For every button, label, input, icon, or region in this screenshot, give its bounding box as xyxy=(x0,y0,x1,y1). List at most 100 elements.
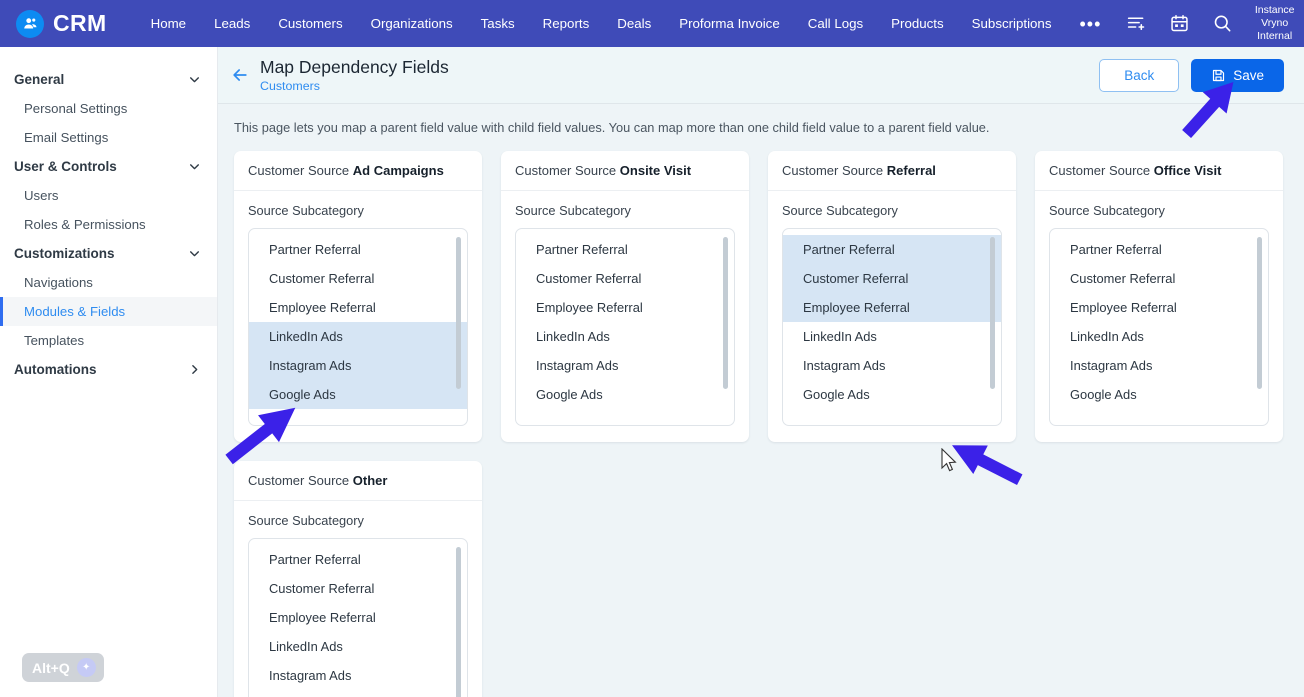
child-values-listbox[interactable]: Partner Referral Customer Referral Emplo… xyxy=(248,538,468,697)
brand-logo[interactable]: CRM xyxy=(0,9,107,38)
list-item[interactable]: Customer Referral xyxy=(249,574,467,603)
scrollbar-thumb[interactable] xyxy=(456,547,461,697)
scrollbar-thumb[interactable] xyxy=(990,237,995,389)
instance-info[interactable]: Instance Vryno Internal xyxy=(1250,4,1299,43)
list-item[interactable]: Customer Referral xyxy=(516,264,734,293)
sidebar-group-user-controls[interactable]: User & Controls xyxy=(0,152,217,181)
list-item[interactable]: Google Ads xyxy=(249,380,467,409)
list-item[interactable]: Customer Referral xyxy=(249,264,467,293)
nav-item-deals[interactable]: Deals xyxy=(603,10,665,37)
child-values-listbox[interactable]: Partner Referral Customer Referral Emplo… xyxy=(515,228,735,426)
dependency-card: Customer Source Onsite Visit Source Subc… xyxy=(501,151,749,442)
nav-item-subscriptions[interactable]: Subscriptions xyxy=(958,10,1066,37)
list-item[interactable]: Google Ads xyxy=(516,380,734,409)
child-field-label: Source Subcategory xyxy=(515,203,631,218)
nav-item-leads[interactable]: Leads xyxy=(200,10,264,37)
list-item[interactable]: LinkedIn Ads xyxy=(516,322,734,351)
scrollbar-thumb[interactable] xyxy=(456,237,461,389)
save-button[interactable]: Save xyxy=(1191,58,1284,92)
list-item[interactable]: Instagram Ads xyxy=(249,351,467,380)
list-add-icon[interactable] xyxy=(1115,13,1158,34)
listbox-options: Partner Referral Customer Referral Emplo… xyxy=(516,229,734,425)
list-item[interactable]: Partner Referral xyxy=(1050,235,1268,264)
listbox-options: Partner Referral Customer Referral Emplo… xyxy=(783,229,1001,425)
list-item[interactable]: LinkedIn Ads xyxy=(783,322,1001,351)
card-body: Source Subcategory Partner Referral Cust… xyxy=(234,501,482,697)
dependency-card: Customer Source Office Visit Source Subc… xyxy=(1035,151,1283,442)
list-item[interactable]: Employee Referral xyxy=(249,603,467,632)
parent-field-value: Office Visit xyxy=(1153,163,1222,178)
nav-item-customers[interactable]: Customers xyxy=(264,10,356,37)
list-item[interactable]: Partner Referral xyxy=(249,235,467,264)
sidebar-group-automations[interactable]: Automations xyxy=(0,355,217,384)
list-item[interactable]: Partner Referral xyxy=(783,235,1001,264)
nav-item-organizations[interactable]: Organizations xyxy=(357,10,467,37)
list-item[interactable]: Customer Referral xyxy=(1050,264,1268,293)
list-item[interactable]: Instagram Ads xyxy=(516,351,734,380)
sidebar-group-general[interactable]: General xyxy=(0,65,217,94)
user-group-icon xyxy=(16,9,44,38)
child-values-listbox[interactable]: Partner Referral Customer Referral Emplo… xyxy=(1049,228,1269,426)
sidebar-item-personal-settings[interactable]: Personal Settings xyxy=(0,94,217,123)
shortcut-badge[interactable]: Alt+Q ✦ xyxy=(22,653,104,682)
child-values-listbox[interactable]: Partner Referral Customer Referral Emplo… xyxy=(782,228,1002,426)
nav-item-products[interactable]: Products xyxy=(877,10,957,37)
child-field-label: Source Subcategory xyxy=(1049,203,1165,218)
list-item[interactable]: Google Ads xyxy=(783,380,1001,409)
sidebar-item-templates[interactable]: Templates xyxy=(0,326,217,355)
list-item[interactable]: Partner Referral xyxy=(249,545,467,574)
nav-item-home[interactable]: Home xyxy=(137,10,200,37)
list-item[interactable]: Employee Referral xyxy=(516,293,734,322)
sidebar-group-customizations[interactable]: Customizations xyxy=(0,239,217,268)
list-item[interactable]: LinkedIn Ads xyxy=(249,322,467,351)
chevron-down-icon xyxy=(190,164,199,170)
listbox-scrollbar[interactable] xyxy=(1257,237,1262,417)
nav-item-call-logs[interactable]: Call Logs xyxy=(794,10,877,37)
list-item[interactable]: Customer Referral xyxy=(783,264,1001,293)
list-item[interactable]: Employee Referral xyxy=(249,293,467,322)
sidebar-item-roles-permissions[interactable]: Roles & Permissions xyxy=(0,210,217,239)
search-icon[interactable] xyxy=(1201,13,1244,34)
chevron-down-icon xyxy=(190,77,199,83)
nav-overflow-button[interactable]: ••• xyxy=(1065,15,1115,33)
list-item[interactable]: Employee Referral xyxy=(1050,293,1268,322)
listbox-scrollbar[interactable] xyxy=(456,547,461,697)
calendar-icon[interactable] xyxy=(1158,13,1201,34)
parent-field-value: Referral xyxy=(886,163,936,178)
parent-field-label: Customer Source xyxy=(782,163,884,178)
listbox-scrollbar[interactable] xyxy=(723,237,728,417)
list-item[interactable]: LinkedIn Ads xyxy=(1050,322,1268,351)
parent-field-label: Customer Source xyxy=(515,163,617,178)
top-navigation-bar: CRM Home Leads Customers Organizations T… xyxy=(0,0,1304,47)
nav-item-reports[interactable]: Reports xyxy=(529,10,604,37)
main-content: This page lets you map a parent field va… xyxy=(218,104,1304,697)
sidebar-item-email-settings[interactable]: Email Settings xyxy=(0,123,217,152)
list-item[interactable]: LinkedIn Ads xyxy=(249,632,467,661)
parent-field-label: Customer Source xyxy=(1049,163,1151,178)
listbox-scrollbar[interactable] xyxy=(990,237,995,417)
listbox-scrollbar[interactable] xyxy=(456,237,461,417)
sidebar-item-modules-fields[interactable]: Modules & Fields xyxy=(0,297,217,326)
parent-field-label: Customer Source xyxy=(248,473,350,488)
parent-field-label: Customer Source xyxy=(248,163,350,178)
instance-label: Instance xyxy=(1254,4,1295,16)
child-values-listbox[interactable]: Partner Referral Customer Referral Emplo… xyxy=(248,228,468,426)
list-item[interactable]: Employee Referral xyxy=(783,293,1001,322)
scrollbar-thumb[interactable] xyxy=(723,237,728,389)
list-item[interactable]: Partner Referral xyxy=(516,235,734,264)
scrollbar-thumb[interactable] xyxy=(1257,237,1262,389)
sidebar-item-users[interactable]: Users xyxy=(0,181,217,210)
chevron-down-icon xyxy=(190,251,199,257)
list-item[interactable]: Instagram Ads xyxy=(1050,351,1268,380)
nav-item-tasks[interactable]: Tasks xyxy=(467,10,529,37)
list-item[interactable]: Instagram Ads xyxy=(783,351,1001,380)
sidebar-item-navigations[interactable]: Navigations xyxy=(0,268,217,297)
arrow-left-icon[interactable] xyxy=(230,65,250,85)
breadcrumb[interactable]: Customers xyxy=(260,78,449,94)
nav-item-proforma-invoice[interactable]: Proforma Invoice xyxy=(665,10,794,37)
sidebar-group-label: Automations xyxy=(14,362,97,377)
list-item[interactable]: Google Ads xyxy=(249,690,467,697)
back-button[interactable]: Back xyxy=(1099,58,1180,92)
list-item[interactable]: Google Ads xyxy=(1050,380,1268,409)
list-item[interactable]: Instagram Ads xyxy=(249,661,467,690)
